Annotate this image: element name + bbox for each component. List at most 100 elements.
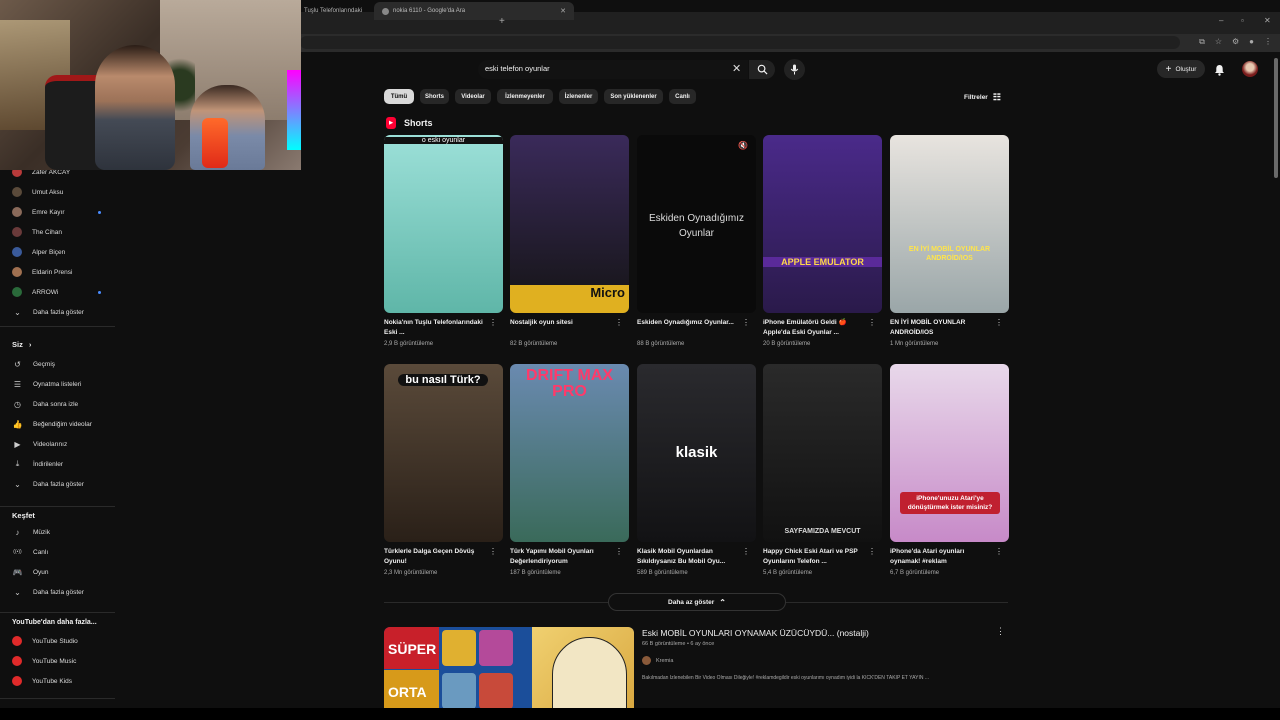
sidebar-item[interactable]: YouTube Music — [12, 653, 117, 669]
mute-icon[interactable]: 🔇 — [738, 141, 748, 150]
channel-avatar — [12, 207, 22, 217]
short-menu-icon[interactable]: ⋮ — [742, 547, 750, 556]
short-title[interactable]: Klasik Mobil Oyunlardan Sıkıldıysanız Bu… — [637, 547, 737, 569]
sidebar-subscription-item[interactable]: The Cihan — [12, 224, 117, 240]
short-card[interactable]: Micro Nostaljik oyun sitesi 82 B görüntüle… — [510, 135, 629, 347]
short-menu-icon[interactable]: ⋮ — [995, 547, 1003, 556]
sidebar-item[interactable]: ⌄ Daha fazla göster — [12, 584, 117, 600]
sidebar-item[interactable]: YouTube Kids — [12, 673, 117, 689]
filter-chip[interactable]: İzlenenler — [559, 89, 598, 104]
filter-chip[interactable]: Shorts — [420, 89, 449, 104]
filters-button[interactable]: Filtreler ☷ — [964, 92, 1001, 103]
short-thumbnail[interactable]: klasik — [637, 364, 756, 542]
sidebar-subscription-item[interactable]: ARROWi — [12, 284, 117, 300]
short-menu-icon[interactable]: ⋮ — [489, 318, 497, 327]
bookmark-star-icon[interactable]: ☆ — [1215, 37, 1222, 47]
voice-search-button[interactable] — [784, 59, 805, 80]
address-bar[interactable] — [300, 36, 1180, 49]
short-title[interactable]: Nostaljik oyun sitesi — [510, 318, 610, 340]
short-title[interactable]: iPhone'da Atari oyunları oynamak! #rekla… — [890, 547, 990, 569]
avatar[interactable] — [1242, 61, 1258, 77]
filter-chip[interactable]: Tümü — [384, 89, 414, 104]
profile-icon[interactable]: ● — [1249, 37, 1254, 47]
sidebar-item[interactable]: ↺ Geçmiş — [12, 356, 117, 372]
short-thumbnail[interactable]: Micro — [510, 135, 629, 313]
sidebar-heading-more: YouTube'dan daha fazla... — [12, 619, 97, 626]
new-tab-button[interactable]: + — [499, 16, 505, 27]
short-card[interactable]: bu nasıl Türk? Türklerle Dalga Geçen Dövü… — [384, 364, 503, 576]
short-menu-icon[interactable]: ⋮ — [615, 318, 623, 327]
short-card[interactable]: iPhone'unuzu Atari'ye dönüştürmek ister … — [890, 364, 1009, 576]
short-thumbnail[interactable]: o eski oyunlar — [384, 135, 503, 313]
sidebar-show-more-subscriptions[interactable]: ⌄ Daha fazla göster — [12, 304, 117, 320]
short-thumbnail[interactable]: Eskiden Oynadığımız Oyunlar 🔇 — [637, 135, 756, 313]
clear-search-icon[interactable]: ✕ — [732, 62, 741, 75]
sidebar-item[interactable]: ((•)) Canlı — [12, 544, 117, 560]
show-less-button[interactable]: Daha az göster ⌃ — [608, 593, 786, 611]
short-title[interactable]: EN İYİ MOBİL OYUNLAR ANDROİD/IOS — [890, 318, 990, 340]
sidebar-item[interactable]: ♪ Müzik — [12, 524, 117, 540]
short-menu-icon[interactable]: ⋮ — [995, 318, 1003, 327]
short-title[interactable]: Happy Chick Eski Atari ve PSP Oyunlarını… — [763, 547, 863, 569]
short-menu-icon[interactable]: ⋮ — [868, 547, 876, 556]
close-icon[interactable]: ✕ — [560, 7, 566, 15]
browser-tab-active[interactable]: nokia 6110 - Google'da Ara ✕ — [374, 2, 574, 20]
short-title[interactable]: Eskiden Oynadığımız Oyunlar... — [637, 318, 737, 340]
sidebar-item[interactable]: ▶ Videolarınız — [12, 436, 117, 452]
short-menu-icon[interactable]: ⋮ — [489, 547, 497, 556]
short-thumbnail[interactable]: EN İYİ MOBİL OYUNLAR ANDROİD/IOS — [890, 135, 1009, 313]
short-card[interactable]: Eskiden Oynadığımız Oyunlar 🔇 Eskiden Oyna… — [637, 135, 756, 347]
scrollbar[interactable] — [1274, 58, 1278, 178]
short-menu-icon[interactable]: ⋮ — [615, 547, 623, 556]
sidebar-subscription-item[interactable]: Eldarin Prensi — [12, 264, 117, 280]
sidebar-item[interactable]: ☰ Oynatma listeleri — [12, 376, 117, 392]
filter-chip[interactable]: Videolar — [455, 89, 491, 104]
filter-chip[interactable]: Son yüklenenler — [604, 89, 663, 104]
sidebar-item[interactable]: YouTube Studio — [12, 633, 117, 649]
short-card[interactable]: klasik Klasik Mobil Oyunlardan Sıkıldıysa… — [637, 364, 756, 576]
short-card[interactable]: DRIFT MAX PRO Türk Yapımı Mobil Oyunları … — [510, 364, 629, 576]
short-card[interactable]: APPLE EMULATOR iPhone Emülatörü Geldi 🍎 A… — [763, 135, 882, 347]
minimize-button[interactable]: – — [1219, 16, 1223, 25]
search-button[interactable] — [749, 60, 775, 79]
video-menu-icon[interactable]: ⋮ — [996, 626, 1005, 637]
sidebar-item[interactable]: ⌄ Daha fazla göster — [12, 476, 117, 492]
create-button[interactable]: + Oluştur — [1157, 60, 1205, 78]
short-thumbnail[interactable]: bu nasıl Türk? — [384, 364, 503, 542]
short-thumbnail[interactable]: APPLE EMULATOR — [763, 135, 882, 313]
short-card[interactable]: EN İYİ MOBİL OYUNLAR ANDROİD/IOS EN İYİ M… — [890, 135, 1009, 347]
filter-chip[interactable]: Canlı — [669, 89, 696, 104]
video-thumbnail[interactable]: SÜPER ORTA — [384, 627, 634, 712]
short-title[interactable]: iPhone Emülatörü Geldi 🍎 Apple'da Eski O… — [763, 318, 863, 340]
short-title[interactable]: Türk Yapımı Mobil Oyunları Değerlendiriy… — [510, 547, 610, 569]
sidebar-heading-you[interactable]: Siz › — [12, 340, 31, 349]
sidebar-subscription-item[interactable]: Emre Kayır — [12, 204, 117, 220]
short-thumbnail[interactable]: DRIFT MAX PRO — [510, 364, 629, 542]
short-thumbnail[interactable]: iPhone'unuzu Atari'ye dönüştürmek ister … — [890, 364, 1009, 542]
sidebar-item[interactable]: 🎮 Oyun — [12, 564, 117, 580]
divider — [0, 326, 115, 327]
short-thumbnail[interactable]: SAYFAMIZDA MEVCUT — [763, 364, 882, 542]
menu-kebab-icon[interactable]: ⋮ — [1264, 37, 1272, 47]
video-title[interactable]: Eski MOBİL OYUNLARI OYNAMAK ÜZÜCÜYDÜ... … — [642, 628, 869, 638]
sidebar-item[interactable]: ⤓ İndirilenler — [12, 456, 117, 472]
short-title[interactable]: Nokia'nın Tuşlu Telefonlarındaki Eski ..… — [384, 318, 484, 340]
short-menu-icon[interactable]: ⋮ — [868, 318, 876, 327]
cast-icon[interactable]: ⧉ — [1199, 37, 1205, 47]
thumbnail-caption: Micro — [510, 285, 629, 313]
sidebar-item[interactable]: ◷ Daha sonra izle — [12, 396, 117, 412]
short-title[interactable]: Türklerle Dalga Geçen Dövüş Oyunu! — [384, 547, 484, 569]
sidebar-subscription-item[interactable]: Umut Aksu — [12, 184, 117, 200]
sidebar-item[interactable]: 👍 Beğendiğim videolar — [12, 416, 117, 432]
maximize-button[interactable]: ▫ — [1241, 16, 1244, 25]
filter-chip[interactable]: İzlenmeyenler — [497, 89, 553, 104]
short-card[interactable]: o eski oyunlar Nokia'nın Tuşlu Telefonlar… — [384, 135, 503, 347]
short-views: 2,9 B görüntüleme — [384, 341, 434, 347]
short-menu-icon[interactable]: ⋮ — [742, 318, 750, 327]
close-window-button[interactable]: ✕ — [1264, 16, 1271, 25]
extensions-icon[interactable]: ⚙ — [1232, 37, 1239, 47]
notifications-button[interactable] — [1214, 63, 1225, 81]
sidebar-subscription-item[interactable]: Alper Biçen — [12, 244, 117, 260]
video-channel[interactable]: Kremia — [642, 656, 673, 665]
short-card[interactable]: SAYFAMIZDA MEVCUT Happy Chick Eski Atari … — [763, 364, 882, 576]
